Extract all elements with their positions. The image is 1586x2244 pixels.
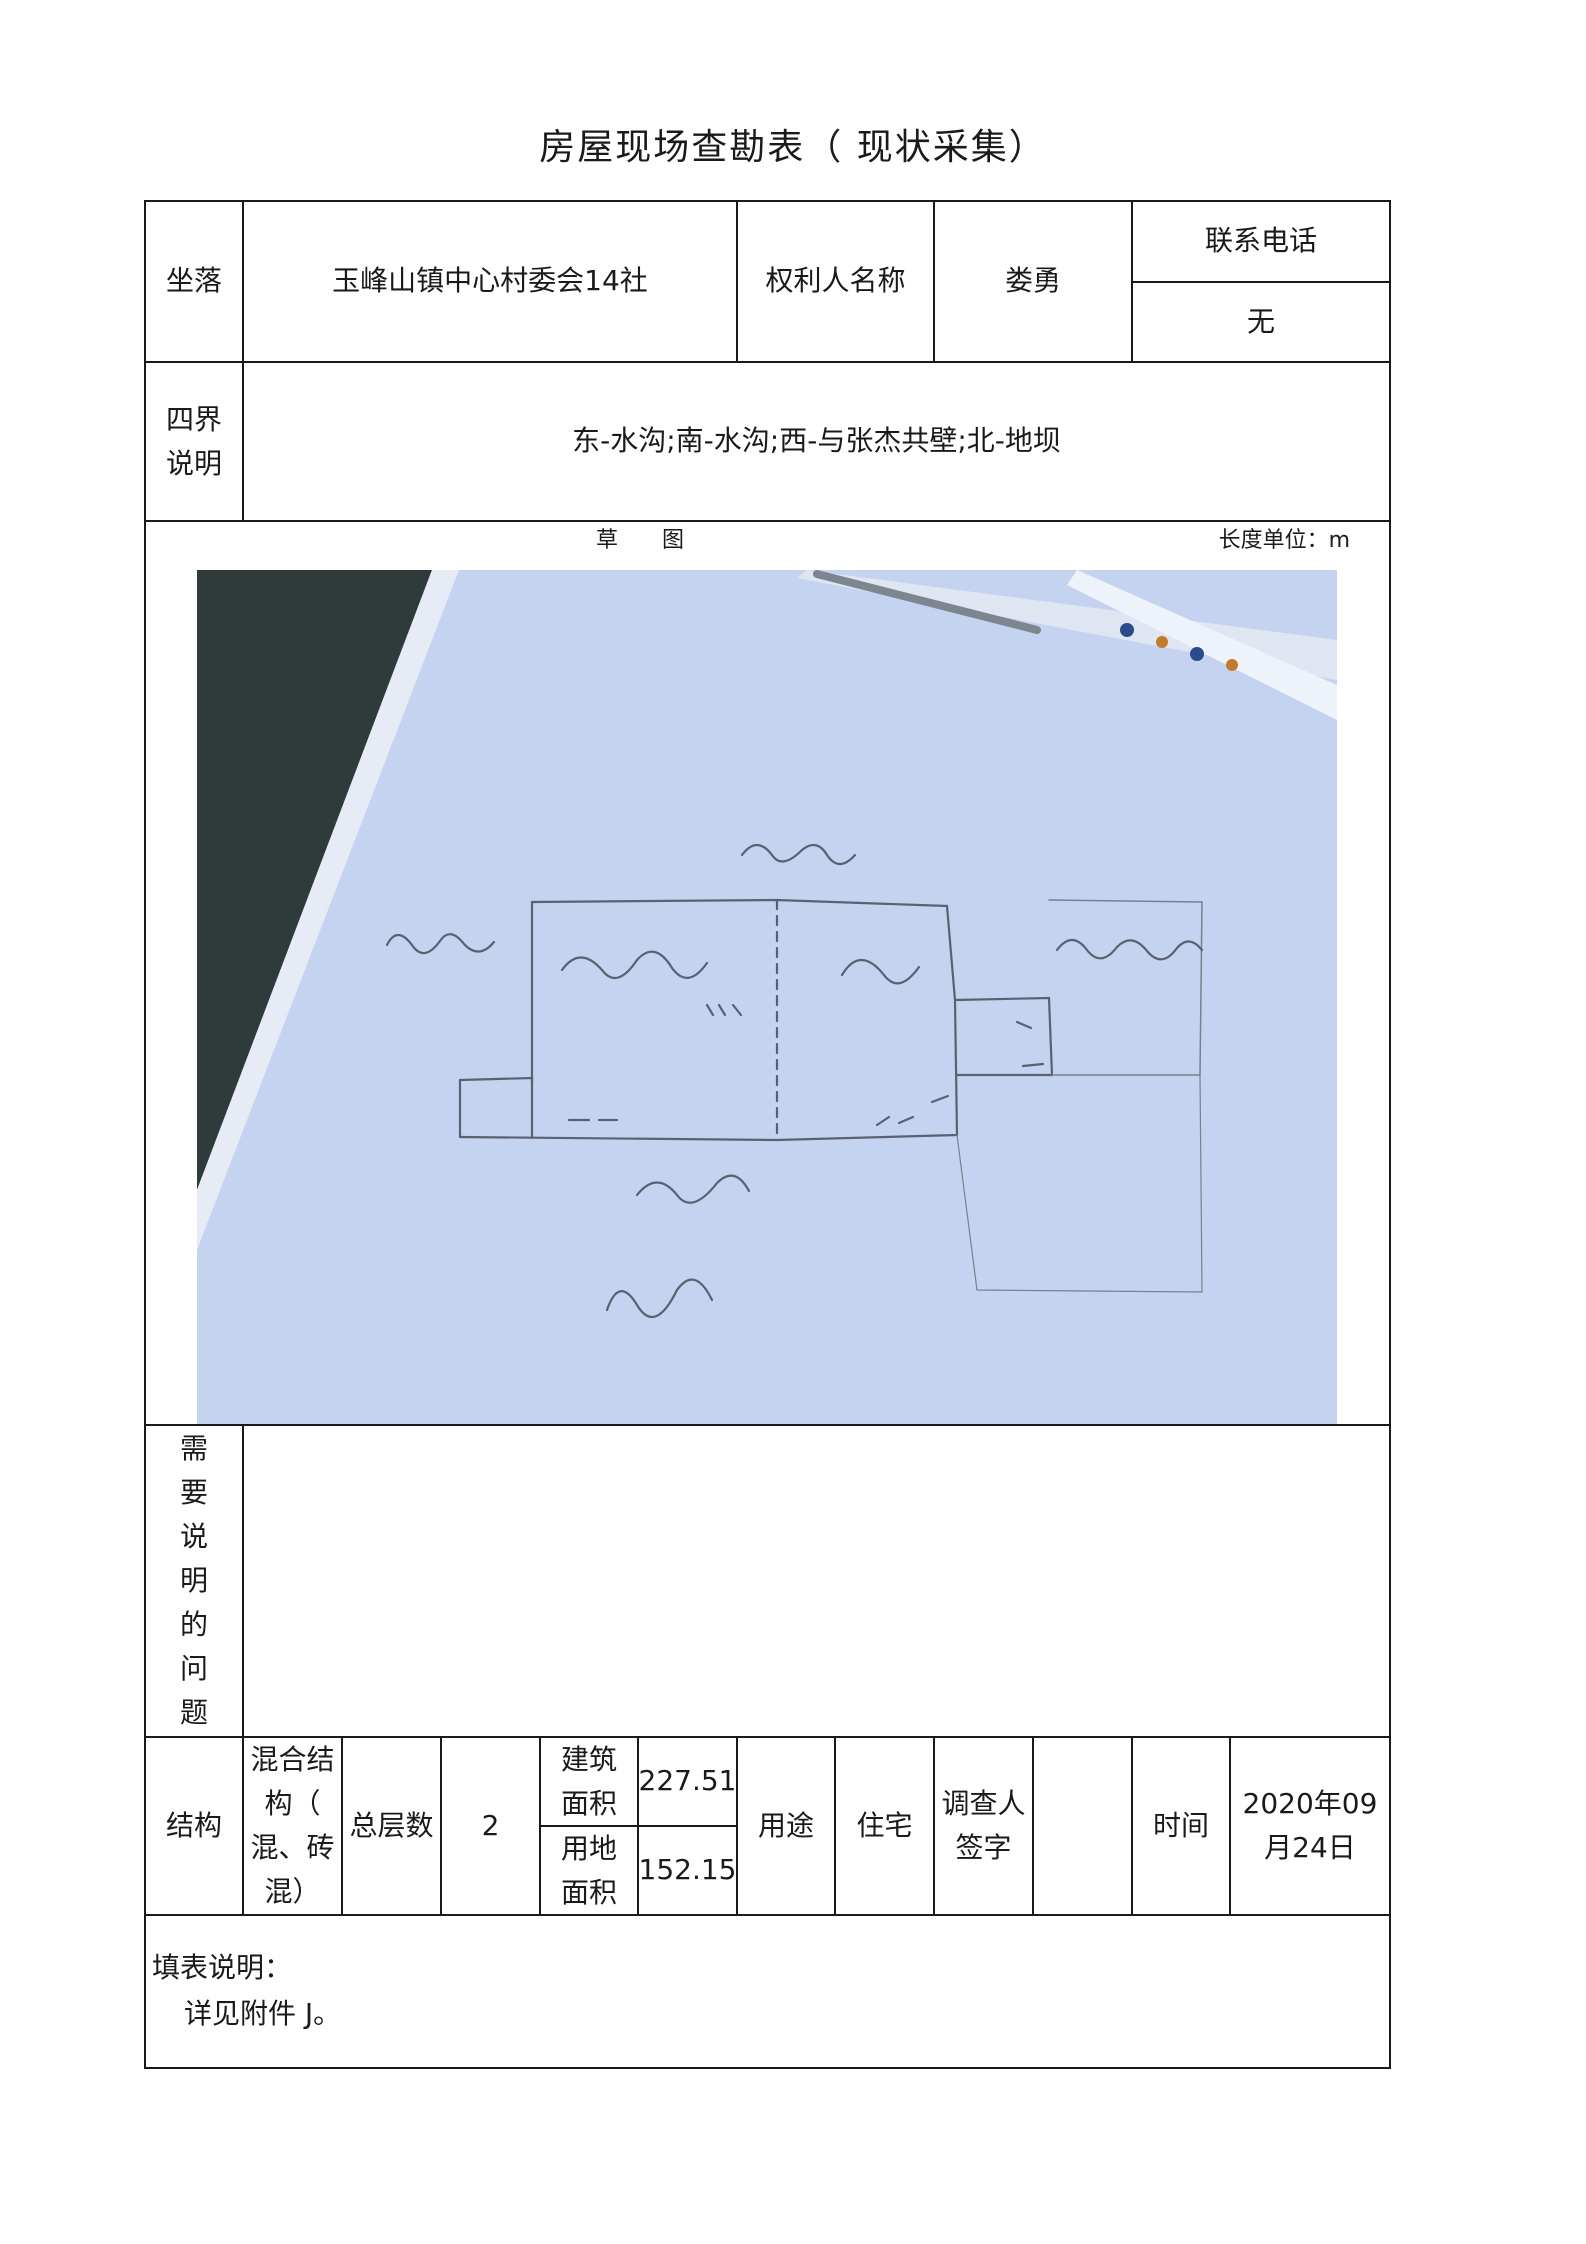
land-area-label-line2: 面积 — [560, 1875, 617, 1909]
structure-label: 结构 — [165, 1808, 222, 1842]
boundary-label-line1: 四界 — [165, 402, 222, 436]
length-unit-label: 长度单位：m — [1218, 528, 1350, 554]
location-value: 玉峰山镇中心村委会14社 — [332, 264, 648, 298]
sketch-label: 草 图 — [595, 528, 684, 554]
notes-label-char-4: 明 — [179, 1564, 208, 1597]
surveyor-label-line2: 签字 — [955, 1831, 1012, 1864]
notes-label-char-5: 的 — [179, 1608, 208, 1641]
structure-value: 混合结 构（ 混、砖 混） — [244, 1738, 341, 1914]
structure-value-line4: 混） — [264, 1875, 321, 1908]
fill-instructions-detail: 详见附件 J。 — [184, 1997, 342, 2030]
structure-value-line2: 构（ — [264, 1787, 321, 1820]
usage-value: 住宅 — [856, 1808, 913, 1842]
location-label: 坐落 — [165, 264, 222, 298]
table-border-bottom — [144, 2067, 1391, 2069]
time-label: 时间 — [1152, 1808, 1209, 1842]
time-value-line1: 2020年09 — [1242, 1787, 1378, 1820]
land-area-label: 用地 面积 — [541, 1827, 637, 1914]
page-title: 房屋现场查勘表（ 现状采集） — [539, 127, 1047, 168]
notes-label-char-6: 问 — [179, 1652, 208, 1685]
surveyor-label-line1: 调查人 — [941, 1787, 1026, 1820]
usage-label: 用途 — [757, 1808, 814, 1842]
table-border-right — [1389, 200, 1391, 2069]
surveyor-signature — [1034, 1738, 1131, 1914]
building-area-value: 227.51 — [638, 1764, 737, 1798]
structure-value-line1: 混合结 — [250, 1743, 335, 1776]
boundary-label-line2: 说明 — [165, 446, 222, 480]
surveyor-label: 调查人 签字 — [935, 1738, 1032, 1914]
row-divider-5 — [144, 1914, 1391, 1916]
notes-label-char-7: 题 — [179, 1696, 208, 1729]
notes-label-char-1: 需 — [179, 1432, 208, 1465]
floors-value: 2 — [481, 1808, 500, 1842]
notes-value — [244, 1426, 1389, 1736]
phone-value: 无 — [1246, 304, 1275, 338]
boundary-label: 四界 说明 — [146, 363, 242, 520]
boundary-value: 东-水沟;南-水沟;西-与张杰共壁;北-地坝 — [572, 424, 1061, 458]
floors-label: 总层数 — [349, 1808, 434, 1842]
notes-label: 需 要 说 明 的 问 题 — [146, 1426, 242, 1736]
hand-drawn-sketch-photo — [197, 570, 1337, 1424]
structure-value-line3: 混、砖 — [250, 1831, 335, 1864]
building-area-label-line2: 面积 — [560, 1786, 617, 1820]
building-area-label: 建筑 面积 — [541, 1738, 637, 1825]
notes-label-char-3: 说 — [179, 1520, 208, 1553]
building-area-label-line1: 建筑 — [560, 1742, 617, 1776]
fill-instructions-heading: 填表说明： — [152, 1951, 293, 1984]
time-value-line2: 月24日 — [1264, 1831, 1356, 1864]
row-divider-2 — [144, 520, 1391, 522]
time-value: 2020年09 月24日 — [1231, 1738, 1389, 1914]
notes-label-char-2: 要 — [179, 1476, 208, 1509]
owner-label: 权利人名称 — [765, 264, 906, 298]
owner-value: 娄勇 — [1004, 264, 1061, 298]
land-area-value: 152.15 — [638, 1853, 737, 1887]
phone-label: 联系电话 — [1204, 224, 1317, 258]
land-area-label-line1: 用地 — [560, 1831, 617, 1865]
